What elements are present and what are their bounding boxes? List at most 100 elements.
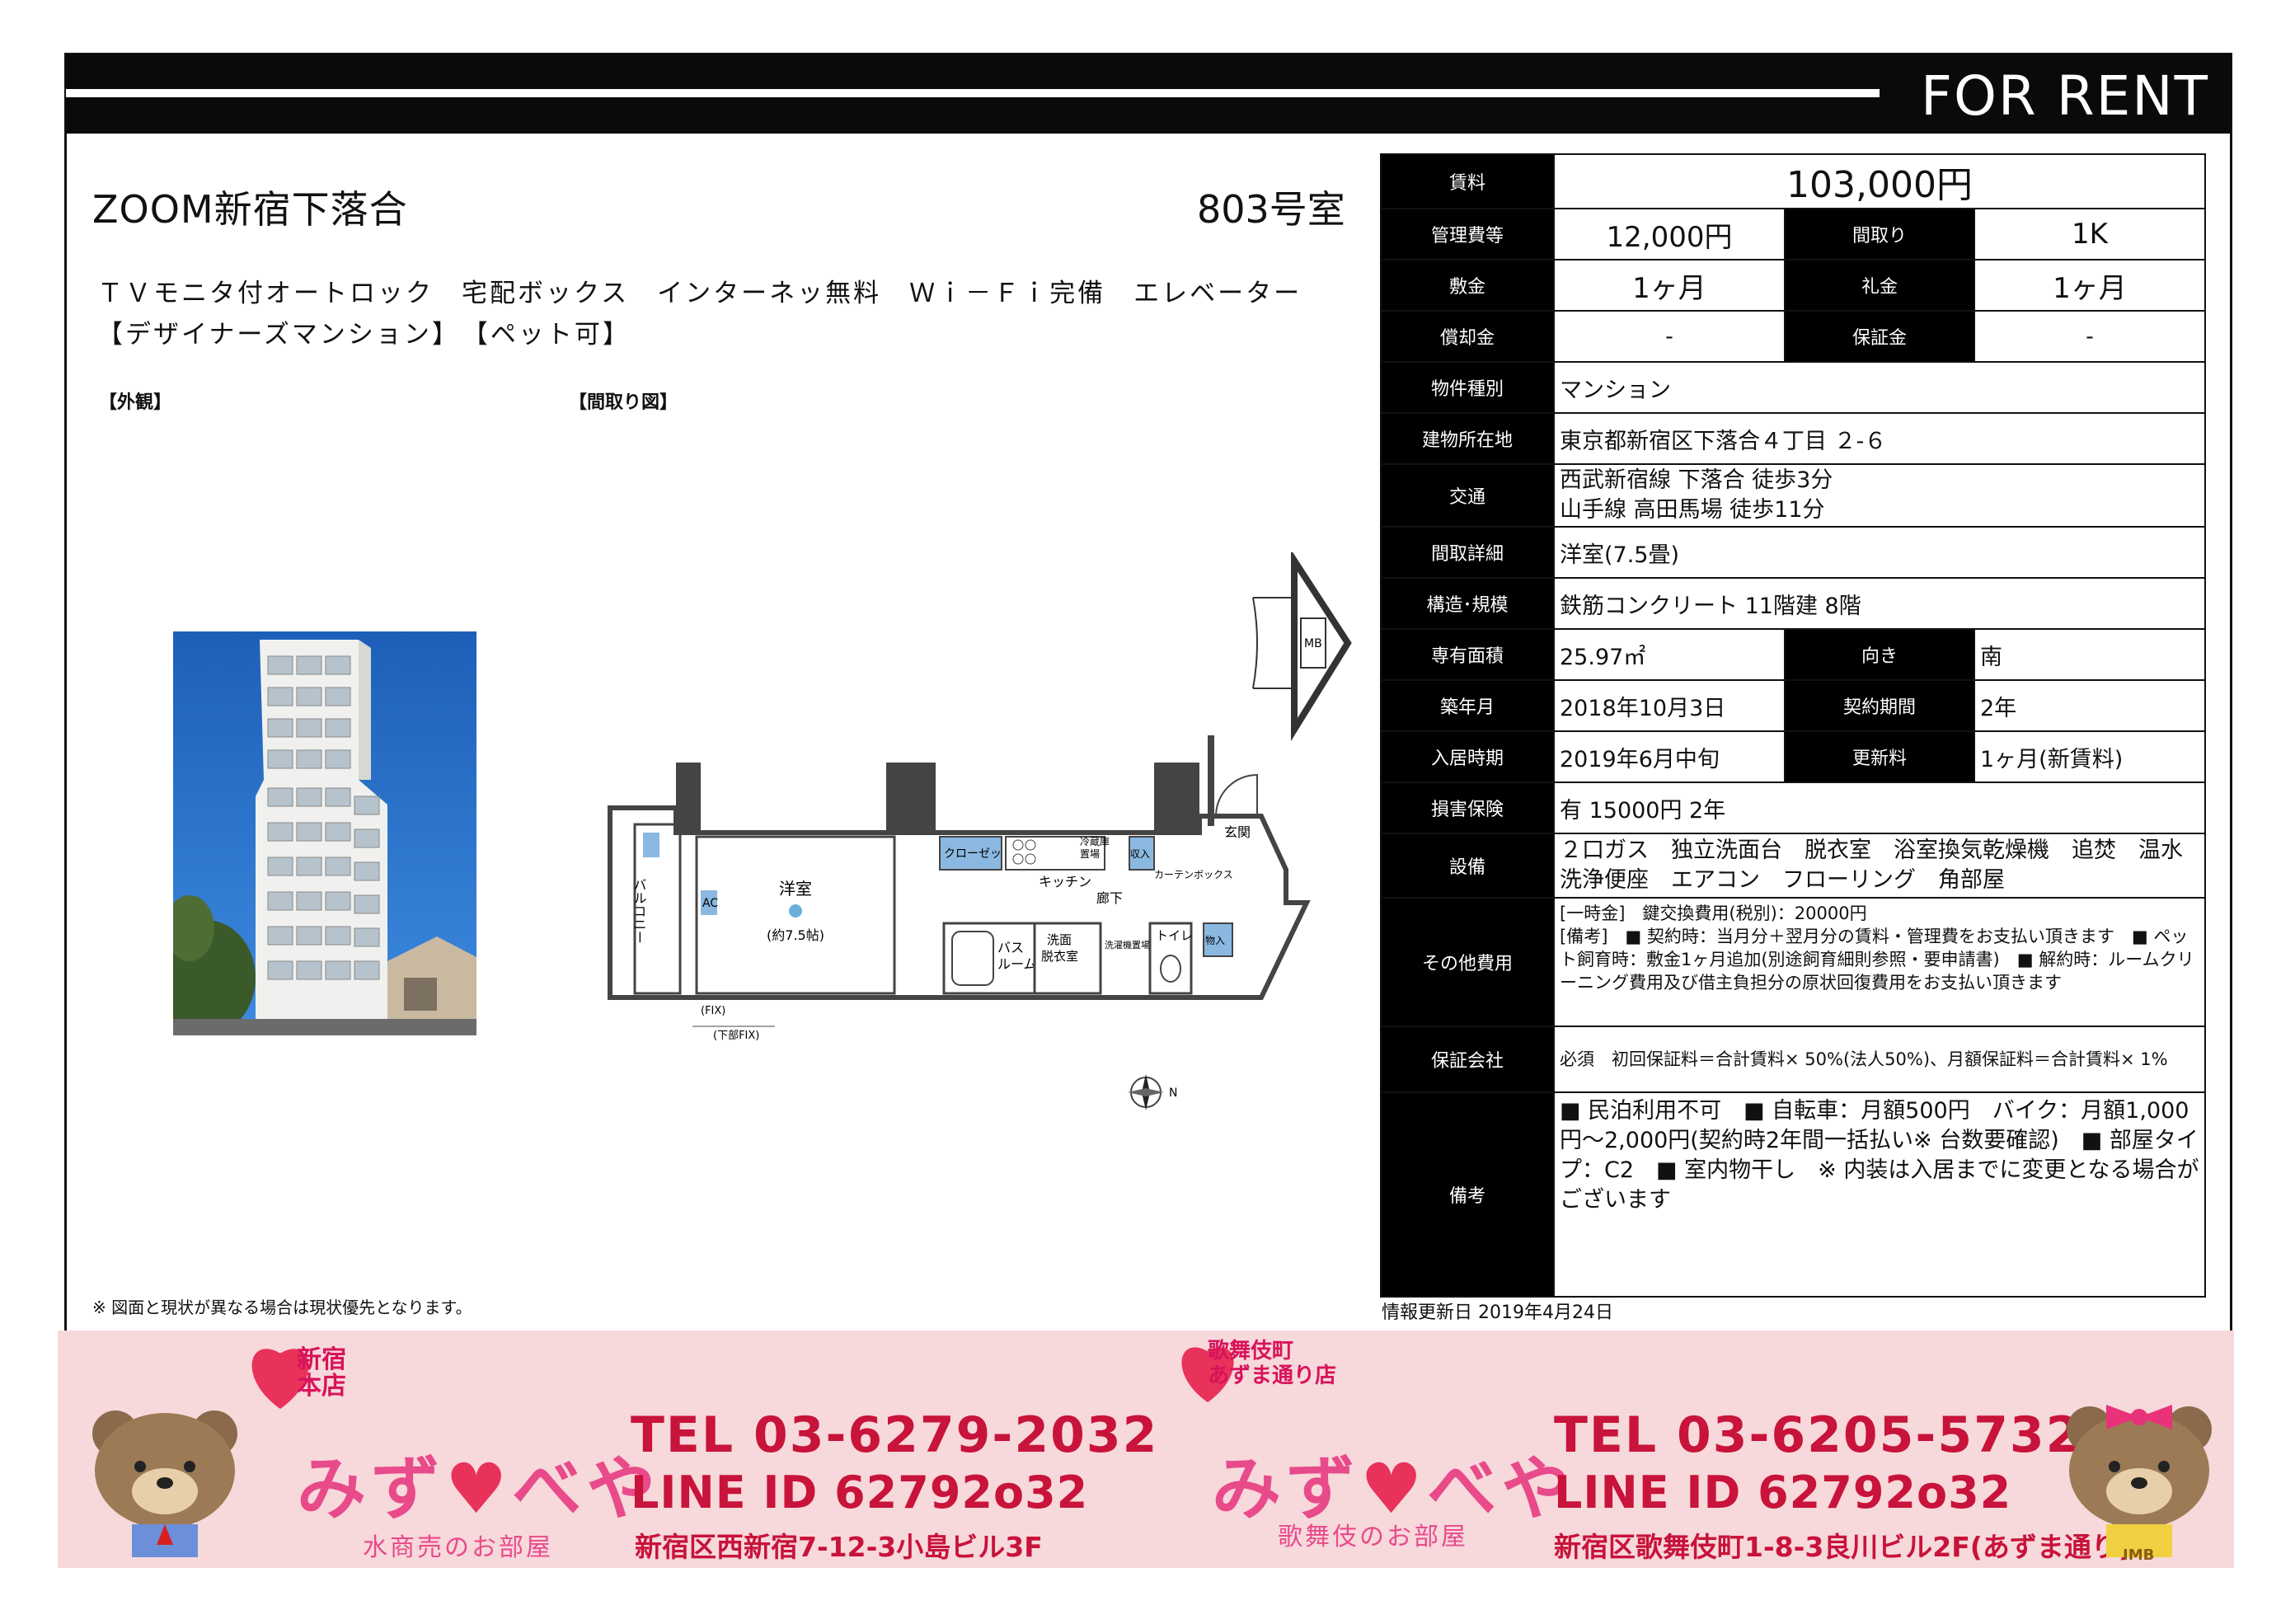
mgmt-fee-label: 管理費等 xyxy=(1380,208,1555,260)
feature-list-line1: ＴＶモニタ付オートロック 宅配ボックス インターネッ無料 Ｗｉ－Ｆｉ完備 エレベ… xyxy=(97,279,1302,308)
store1-brand-part1: みず xyxy=(297,1448,446,1529)
transport-line-2: 山手線 高田馬場 徒歩11分 xyxy=(1560,497,1825,523)
store2-address: 新宿区歌舞伎町1-8-3良川ビル2F(あずま通り) xyxy=(1554,1531,2131,1563)
updated-date: 情報更新日 2019年4月24日 xyxy=(1382,1302,1613,1323)
property-info-table: 賃料 103,000円 管理費等 12,000円 間取り 1K 敷金 1ヶ月 礼… xyxy=(1380,153,2206,1298)
property-type-label: 物件種別 xyxy=(1380,361,1555,414)
property-type-value: マンション xyxy=(1553,361,2206,414)
renewal-value: 1ヶ月(新賃料) xyxy=(1974,730,2206,783)
washer-label: 洗濯機置場 xyxy=(1105,939,1150,950)
mb-label: MB xyxy=(1304,637,1322,650)
store1-line-id[interactable]: LINE ID 62792o32 xyxy=(631,1467,1088,1518)
exterior-photo xyxy=(173,631,476,1035)
guarantee-value: - xyxy=(1974,310,2206,363)
other-fees-label: その他費用 xyxy=(1380,897,1555,1027)
store2-tag-line2: あずま通り店 xyxy=(1208,1364,1337,1388)
movein-label: 入居時期 xyxy=(1380,730,1555,783)
notice-text: ※ 図面と現状が異なる場合は現状優先となります。 xyxy=(92,1298,472,1317)
building-illustration xyxy=(173,631,476,1035)
store2-subtitle: 歌舞伎のお部屋 xyxy=(1278,1523,1468,1551)
store1-tag-line1: 新宿 xyxy=(297,1345,346,1374)
transport-label: 交通 xyxy=(1380,463,1555,528)
balcony-label: バルコニー xyxy=(631,878,647,944)
storage-label: 収入 xyxy=(1130,848,1150,860)
storage-label-2: 物入 xyxy=(1205,935,1225,946)
feature-list-line2: 【デザイナーズマンション】 【ペット可】 xyxy=(97,320,631,350)
exterior-label: 【外観】 xyxy=(99,392,172,413)
transport-value: 西武新宿線 下落合 徒歩3分 山手線 高田馬場 徒歩11分 xyxy=(1553,463,2206,528)
insurance-label: 損害保険 xyxy=(1380,781,1555,834)
floor-plan: MB バルコニー 洋室 (約7.5帖) AC クローゼット キッチン 冷蔵庫 置… xyxy=(602,549,1377,1113)
western-room-label: 洋室 xyxy=(779,879,812,899)
store1-brand: みず♥べや xyxy=(297,1434,660,1533)
store1-phone[interactable]: TEL 03-6279-2032 xyxy=(631,1406,1158,1464)
fix-label: (FIX) xyxy=(701,1005,725,1017)
store2-line-id[interactable]: LINE ID 62792o32 xyxy=(1554,1467,2011,1518)
fridge-label-2: 置場 xyxy=(1080,848,1100,860)
store1-subtitle: 水商売のお部屋 xyxy=(363,1533,553,1562)
store2-tag: 歌舞伎町 あずま通り店 xyxy=(1208,1339,1336,1388)
ac-label: AC xyxy=(702,897,718,910)
bath-label: バス xyxy=(997,940,1024,955)
other-fees-line-2: [備考] ■ 契約時：当月分＋翌月分の賃料・管理費をお支払い頂きます ■ ペット… xyxy=(1560,927,2194,993)
amortization-label: 償却金 xyxy=(1380,310,1555,363)
other-fees-value: [一時金] 鍵交換費用(税別)：20000円 [備考] ■ 契約時：当月分＋翌月… xyxy=(1553,897,2206,1027)
keyhole-icon: ♥ xyxy=(445,1448,513,1529)
hallway-label: 廊下 xyxy=(1096,890,1123,906)
room-number: 803号室 xyxy=(1197,187,1345,232)
property-name: ZOOM新宿下落合 xyxy=(92,187,408,232)
rent-label: 賃料 xyxy=(1380,153,1555,209)
key-money-label: 礼金 xyxy=(1784,259,1975,312)
area-value: 25.97㎡ xyxy=(1553,628,1786,681)
bear-badge: IMB xyxy=(2123,1547,2155,1564)
built-value: 2018年10月3日 xyxy=(1553,679,1786,732)
other-fees-line-1: [一時金] 鍵交換費用(税別)：20000円 xyxy=(1560,904,1867,923)
remarks-label: 備考 xyxy=(1380,1091,1555,1298)
store2-phone[interactable]: TEL 03-6205-5732 xyxy=(1554,1406,2081,1464)
contract-value: 2年 xyxy=(1974,679,2206,732)
equipment-label: 設備 xyxy=(1380,833,1555,899)
agency-banner: 新宿 本店 みず♥べや 水商売のお部屋 TEL 03-6279-2032 LIN… xyxy=(58,1331,2234,1568)
contract-label: 契約期間 xyxy=(1784,679,1975,732)
floorplan-label: 【間取り図】 xyxy=(569,392,678,413)
washroom-label: 洗面 xyxy=(1047,932,1072,947)
bath-label-2: ルーム xyxy=(997,956,1037,972)
toilet-label: トイレ xyxy=(1156,928,1193,943)
direction-value: 南 xyxy=(1974,628,2206,681)
layout-detail-label: 間取詳細 xyxy=(1380,526,1555,579)
layout-label: 間取り xyxy=(1784,208,1975,260)
closet-label: クローゼット xyxy=(944,847,1013,861)
bear-mascot-girl-icon xyxy=(2067,1405,2212,1557)
entrance-label: 玄関 xyxy=(1224,824,1251,840)
header-stripe xyxy=(66,89,1880,97)
structure-label: 構造･規模 xyxy=(1380,577,1555,630)
deposit-value: 1ヶ月 xyxy=(1553,259,1786,312)
address-value: 東京都新宿区下落合４丁目 ２-６ xyxy=(1553,412,2206,465)
store1-tag: 新宿 本店 xyxy=(297,1347,346,1400)
kitchen-label: キッチン xyxy=(1039,874,1091,889)
insurance-value: 有 15000円 2年 xyxy=(1553,781,2206,834)
store1-tag-line2: 本店 xyxy=(297,1372,346,1401)
washroom-label-2: 脱衣室 xyxy=(1041,949,1078,964)
address-label: 建物所在地 xyxy=(1380,412,1555,465)
structure-value: 鉄筋コンクリート 11階建 8階 xyxy=(1553,577,2206,630)
western-room-size: (約7.5帖) xyxy=(767,927,824,943)
floor-plan-drawing: MB バルコニー 洋室 (約7.5帖) AC クローゼット キッチン 冷蔵庫 置… xyxy=(608,549,1352,1110)
direction-label: 向き xyxy=(1784,628,1975,681)
renewal-label: 更新料 xyxy=(1784,730,1975,783)
guarantor-value: 必須 初回保証料＝合計賃料× 50%(法人50%)、月額保証料＝合計賃料× 1% xyxy=(1553,1026,2206,1093)
remarks-value: ■ 民泊利用不可 ■ 自転車：月額500円 バイク：月額1,000円～2,000… xyxy=(1553,1091,2206,1298)
fridge-label: 冷蔵庫 xyxy=(1080,836,1110,847)
movein-value: 2019年6月中旬 xyxy=(1553,730,1786,783)
curtain-box-label: カーテンボックス xyxy=(1154,869,1233,880)
store1-address: 新宿区西新宿7-12-3小島ビル3F xyxy=(635,1531,1043,1563)
fix-lower-label: (下部FIX) xyxy=(713,1030,759,1042)
store2-tag-line1: 歌舞伎町 xyxy=(1208,1339,1294,1364)
bear-mascot-icon xyxy=(92,1410,237,1557)
deposit-label: 敷金 xyxy=(1380,259,1555,312)
transport-line-1: 西武新宿線 下落合 徒歩3分 xyxy=(1560,467,1833,493)
layout-detail-value: 洋室(7.5畳) xyxy=(1553,526,2206,579)
guarantee-label: 保証金 xyxy=(1784,310,1975,363)
layout-value: 1K xyxy=(1974,208,2206,260)
key-money-value: 1ヶ月 xyxy=(1974,259,2206,312)
